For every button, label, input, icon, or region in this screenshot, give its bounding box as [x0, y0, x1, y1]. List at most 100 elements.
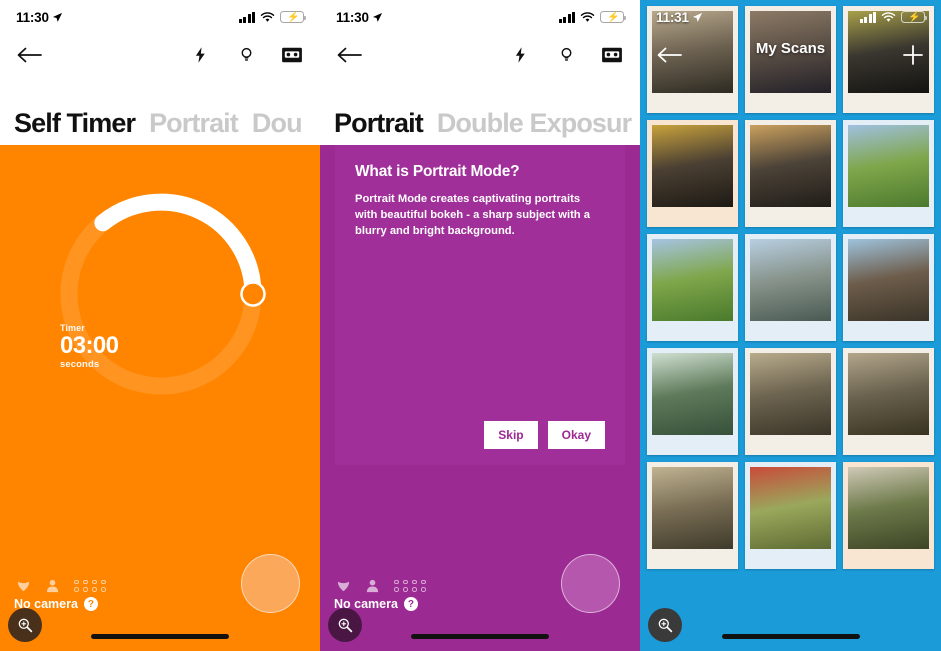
scan-thumbnail[interactable]: [647, 462, 738, 569]
scan-photo-dog-in-park: [848, 125, 929, 207]
scan-photo-two-people-on-bench: [652, 125, 733, 207]
zoom-in-icon[interactable]: [648, 608, 682, 642]
status-indicators: ⚡: [859, 11, 927, 23]
status-time-text: 11:31: [656, 9, 689, 25]
help-icon[interactable]: ?: [83, 597, 98, 611]
camera-controls: No camera ?: [0, 541, 320, 651]
scan-photo-three-friends-on-road: [750, 353, 831, 435]
scan-photo-forest-trees: [652, 353, 733, 435]
status-time-text: 11:30: [336, 9, 369, 25]
dialog-body: Portrait Mode creates captivating portra…: [355, 193, 590, 237]
cellular-signal-icon: [558, 11, 575, 23]
home-indicator: [721, 634, 860, 639]
portrait-mode-dialog: What is Portrait Mode? Portrait Mode cre…: [335, 145, 625, 465]
tab-self-timer[interactable]: Self Timer: [14, 108, 136, 139]
scan-photo-person-on-rocks: [750, 239, 831, 321]
screenshot-triptych: 11:30 ⚡ Self Timer Portrait Dou Timer 03…: [0, 0, 941, 651]
scan-photo-three-friends-posing: [652, 467, 733, 549]
location-arrow-icon: [692, 12, 702, 22]
status-time: 11:30: [336, 10, 383, 25]
scan-thumbnail[interactable]: [647, 348, 738, 455]
wifi-icon: [580, 11, 595, 22]
film-camera-icon[interactable]: [600, 43, 624, 67]
timer-dial[interactable]: [52, 185, 270, 403]
status-time: 11:31: [656, 10, 703, 25]
camera-viewfinder: Timer 03:00 seconds No camera ?: [0, 145, 320, 651]
shutter-button[interactable]: [561, 554, 620, 613]
dialog-title: What is Portrait Mode?: [355, 163, 520, 180]
leaf-icon: [337, 581, 350, 592]
status-indicators: ⚡: [238, 11, 306, 23]
dot-grid-icon: [394, 579, 427, 592]
film-camera-icon[interactable]: [280, 43, 304, 67]
cellular-signal-icon: [859, 11, 876, 23]
person-icon: [366, 579, 379, 593]
battery-charging-icon: ⚡: [901, 11, 927, 23]
tab-double-exposure[interactable]: Dou: [252, 108, 303, 139]
screen-portrait: 11:30 ⚡ Portrait Double Exposur What is …: [320, 0, 640, 651]
page-title: My Scans: [755, 40, 826, 57]
leaf-icon: [17, 581, 30, 592]
scan-thumbnail[interactable]: [745, 348, 836, 455]
tab-double-exposure[interactable]: Double Exposur: [437, 108, 632, 139]
screen-my-scans: 11:31 ⚡ My Scans: [640, 0, 941, 651]
back-arrow-icon[interactable]: [16, 45, 42, 65]
mode-tab-bar: Self Timer Portrait Dou: [0, 103, 320, 143]
nav-icon-group: [508, 43, 624, 67]
camera-viewfinder: What is Portrait Mode? Portrait Mode cre…: [320, 145, 640, 651]
scan-thumbnail[interactable]: [745, 234, 836, 341]
status-time: 11:30: [16, 10, 63, 25]
scan-thumbnail[interactable]: [843, 348, 934, 455]
camera-controls: No camera ?: [320, 541, 640, 651]
scan-thumbnail[interactable]: [647, 234, 738, 341]
scan-photo-woman-sitting-at-sunset: [750, 125, 831, 207]
scan-thumbnail[interactable]: [647, 120, 738, 227]
scan-thumbnail[interactable]: [843, 234, 934, 341]
screen-self-timer: 11:30 ⚡ Self Timer Portrait Dou Timer 03…: [0, 0, 320, 651]
status-indicators: ⚡: [558, 11, 626, 23]
tab-portrait[interactable]: Portrait: [149, 108, 239, 139]
timer-value: 03:00: [60, 332, 119, 359]
battery-charging-icon: ⚡: [280, 11, 306, 23]
camera-status-icons: [336, 578, 427, 593]
zoom-in-icon[interactable]: [328, 608, 362, 642]
person-icon: [46, 579, 59, 593]
status-bar: 11:30 ⚡: [0, 0, 320, 34]
okay-button[interactable]: Okay: [547, 421, 605, 449]
wifi-icon: [881, 11, 896, 22]
status-time-text: 11:30: [16, 9, 49, 25]
timer-readout: Timer 03:00 seconds: [60, 323, 119, 370]
dialog-actions: Skip Okay: [355, 421, 605, 449]
scan-thumbnail[interactable]: [745, 462, 836, 569]
scan-photo-man-peace-sign: [848, 467, 929, 549]
scan-thumbnail[interactable]: [843, 462, 934, 569]
shutter-button[interactable]: [241, 554, 300, 613]
status-bar: 11:31 ⚡: [640, 0, 941, 34]
location-arrow-icon: [52, 12, 62, 22]
wifi-icon: [260, 11, 275, 22]
status-bar: 11:30 ⚡: [320, 0, 640, 34]
nav-bar: [320, 34, 640, 76]
scan-photo-three-friends-waving: [848, 353, 929, 435]
lightbulb-icon[interactable]: [234, 43, 258, 67]
location-arrow-icon: [372, 12, 382, 22]
scan-thumbnail[interactable]: [745, 120, 836, 227]
nav-bar: [0, 34, 320, 76]
battery-charging-icon: ⚡: [600, 11, 626, 23]
scans-grid: [640, 0, 941, 651]
help-icon[interactable]: ?: [403, 597, 418, 611]
camera-status-icons: [16, 578, 107, 593]
lightbulb-icon[interactable]: [554, 43, 578, 67]
home-indicator: [411, 634, 549, 639]
dot-grid-icon: [74, 579, 107, 592]
flash-icon[interactable]: [188, 43, 212, 67]
nav-icon-group: [188, 43, 304, 67]
zoom-in-icon[interactable]: [8, 608, 42, 642]
scan-thumbnail[interactable]: [843, 120, 934, 227]
tab-portrait[interactable]: Portrait: [334, 108, 424, 139]
timer-label: Timer: [60, 323, 85, 333]
skip-button[interactable]: Skip: [484, 421, 538, 449]
scan-photo-dog-in-park-2: [652, 239, 733, 321]
flash-icon[interactable]: [508, 43, 532, 67]
back-arrow-icon[interactable]: [336, 45, 362, 65]
